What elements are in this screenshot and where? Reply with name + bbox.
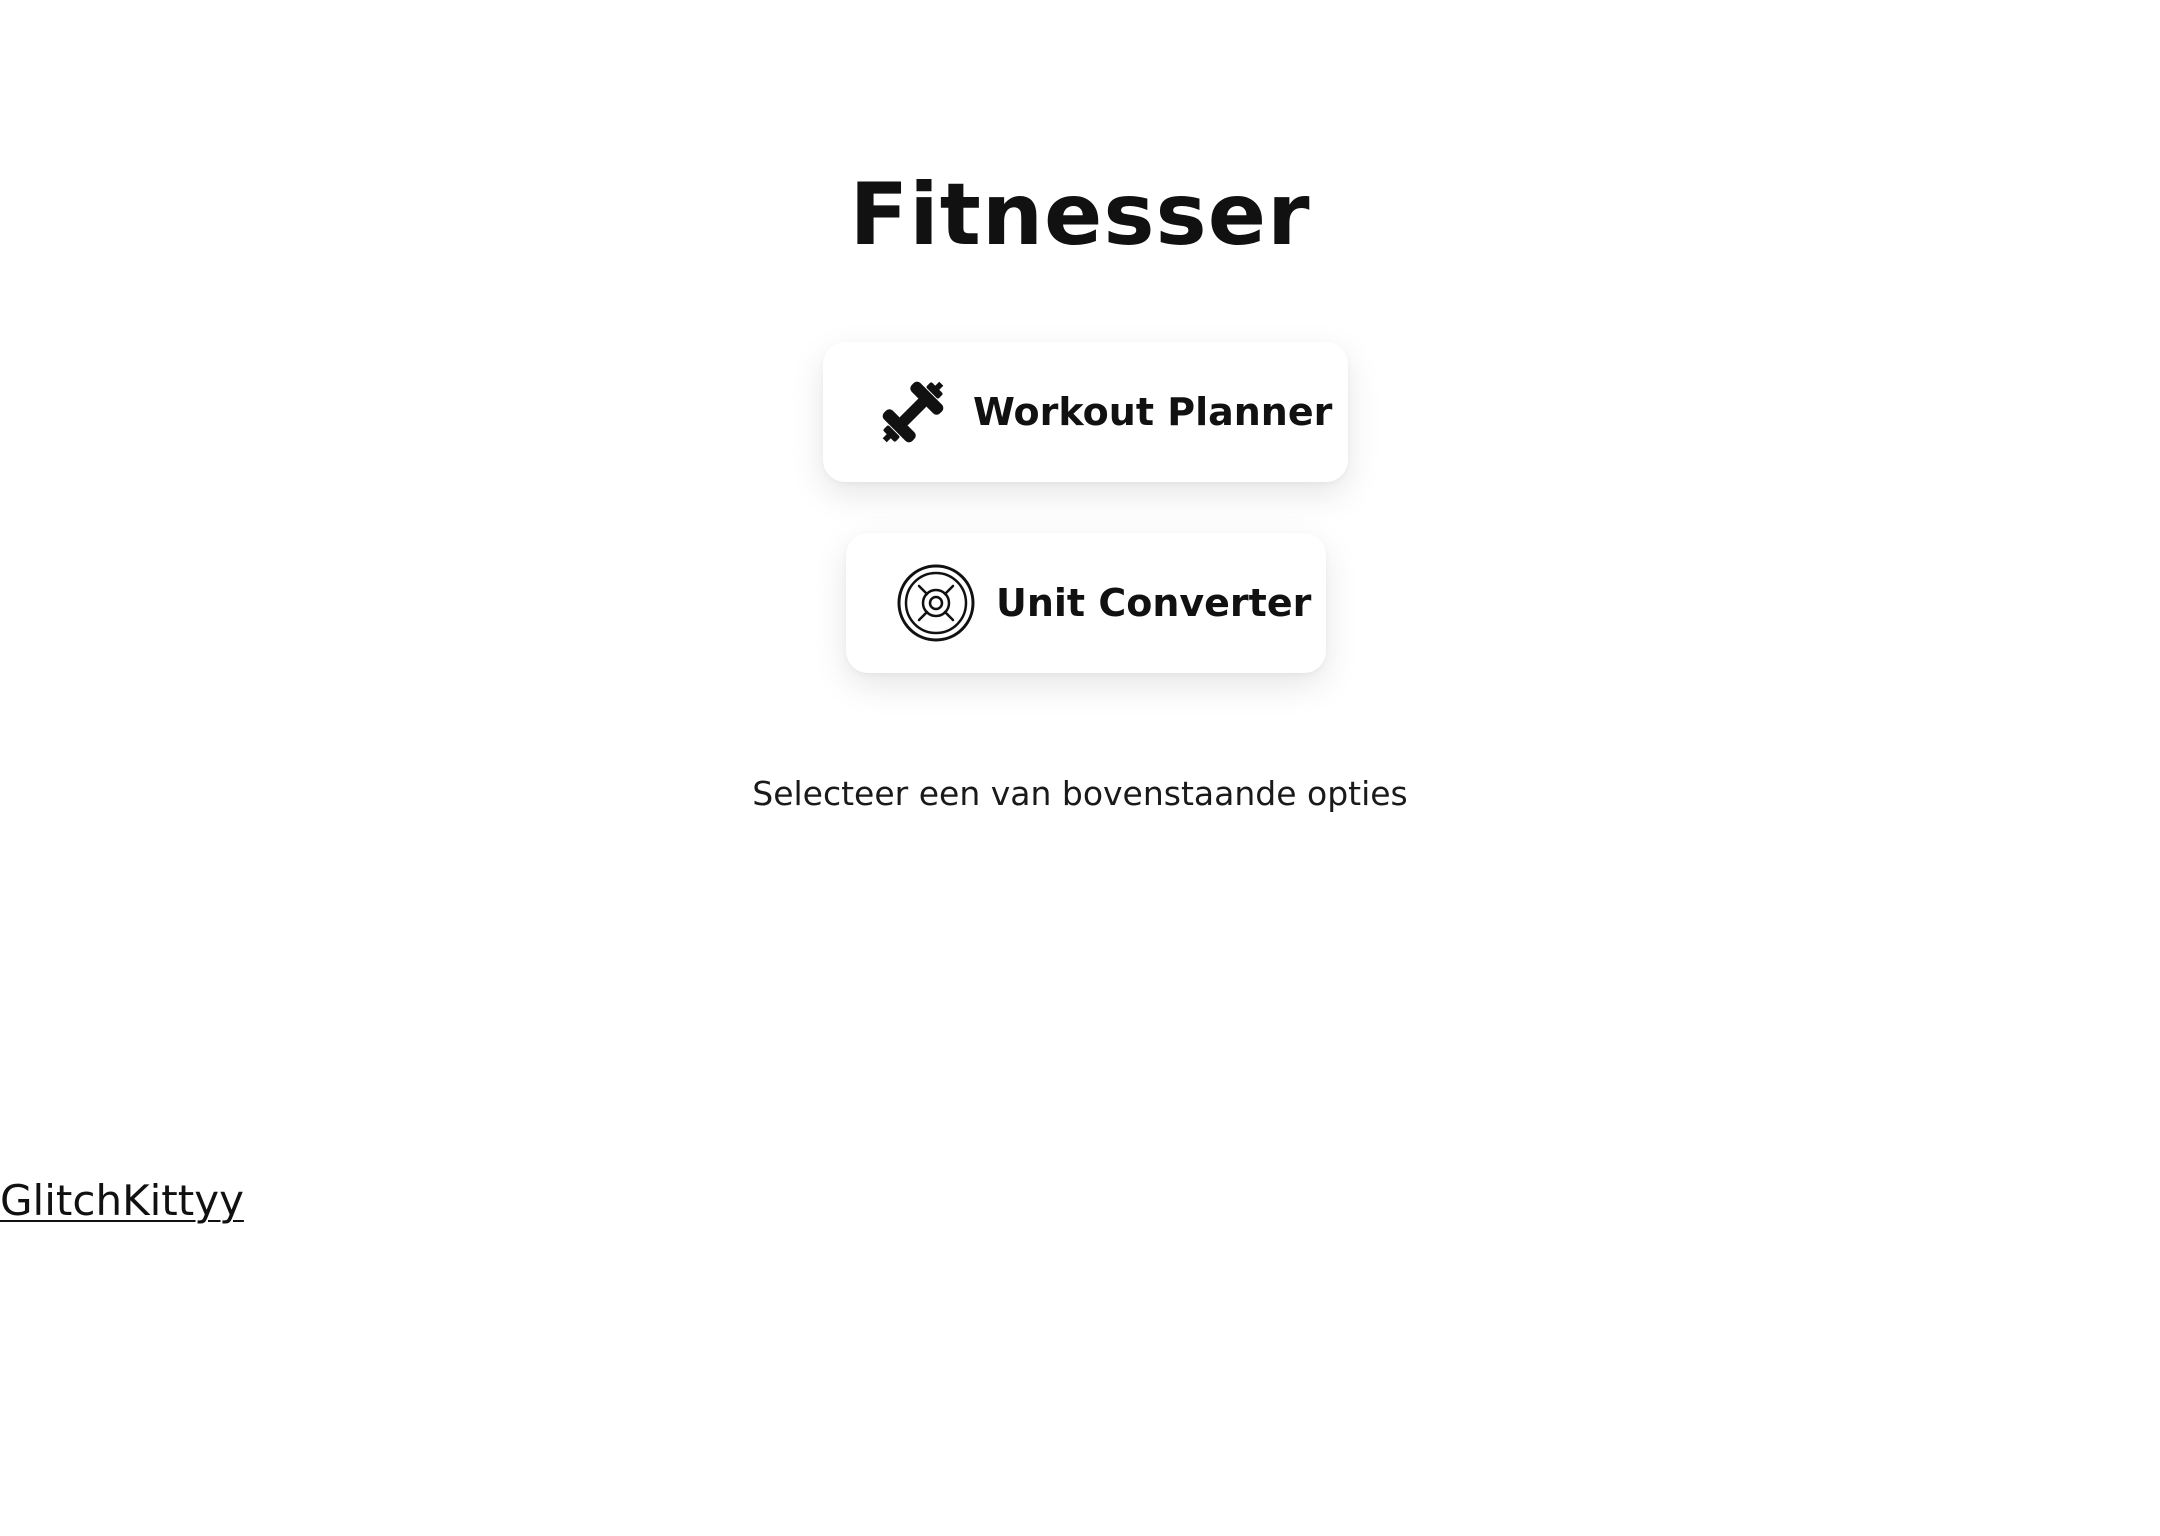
page: Fitnesser Workout Planner Unit Converter… (0, 0, 2160, 1536)
weight-plate-icon (896, 563, 976, 643)
dumbbell-icon (873, 372, 953, 452)
workout-planner-button[interactable]: Workout Planner (823, 342, 1348, 482)
unit-converter-button[interactable]: Unit Converter (846, 533, 1326, 673)
unit-converter-label: Unit Converter (996, 581, 1312, 625)
author-link[interactable]: GlitchKittyy (0, 1175, 244, 1227)
page-title: Fitnesser (849, 165, 1311, 265)
instruction-text: Selecteer een van bovenstaande opties (752, 774, 1408, 813)
workout-planner-label: Workout Planner (973, 390, 1333, 434)
